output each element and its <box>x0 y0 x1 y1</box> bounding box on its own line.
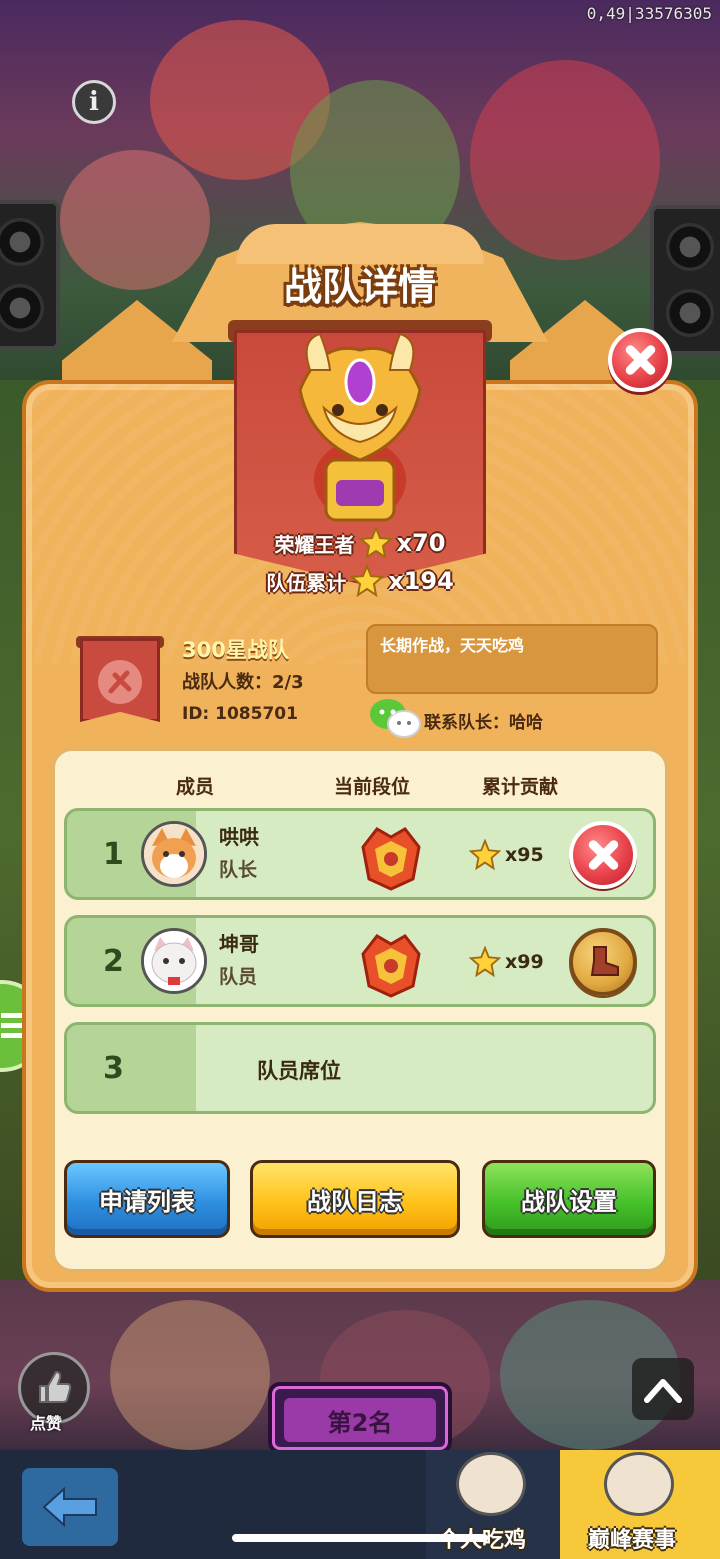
member-contribution: x95 <box>469 839 544 871</box>
like-label: 点赞 <box>30 1414 63 1433</box>
star-icon <box>358 526 393 560</box>
wechat-icon[interactable] <box>368 696 422 740</box>
team-settings-button[interactable]: 战队设置 <box>482 1160 656 1238</box>
tab-character-icon <box>456 1452 526 1516</box>
bg-character <box>470 60 660 260</box>
member-role: 队长 <box>219 859 258 881</box>
home-indicator[interactable] <box>232 1534 488 1542</box>
info-icon: i <box>89 87 99 117</box>
team-id: ID: 1085701 <box>182 704 298 724</box>
team-log-button[interactable]: 战队日志 <box>250 1160 460 1238</box>
back-button[interactable] <box>22 1468 118 1546</box>
tab-peak-label: 巅峰赛事 <box>588 1528 677 1553</box>
member-row: 2 坤哥 队员 x99 <box>64 915 656 1007</box>
member-role: 队员 <box>219 966 258 988</box>
member-name: 哄哄 <box>219 825 259 849</box>
remove-member-button[interactable] <box>569 821 637 889</box>
rank-stars: x70 <box>396 529 446 557</box>
kick-member-button[interactable] <box>569 928 637 996</box>
team-member-count: 战队人数：2/3 <box>182 672 304 693</box>
avatar[interactable] <box>141 821 207 887</box>
team-name: 300星战队 <box>182 638 289 662</box>
tab-character-icon <box>604 1452 674 1516</box>
tab-personal[interactable]: 个人吃鸡 <box>426 1450 560 1559</box>
thumbs-up-icon <box>39 1370 72 1403</box>
boot-icon <box>590 946 619 976</box>
column-header-rank: 当前段位 <box>334 776 411 798</box>
contribution-value: x95 <box>505 844 544 866</box>
member-index: 2 <box>103 944 124 979</box>
star-icon <box>350 564 385 598</box>
close-button[interactable] <box>608 328 672 392</box>
member-index: 3 <box>103 1051 124 1086</box>
rank-position: 第2名 <box>284 1398 436 1442</box>
close-icon <box>623 343 657 377</box>
member-contribution: x99 <box>469 946 544 978</box>
empty-seat-row[interactable]: 3 队员席位 <box>64 1022 656 1114</box>
team-total-stars: x194 <box>388 567 454 595</box>
rank-title: 荣耀王者 <box>274 532 355 557</box>
column-header-contribution: 累计贡献 <box>482 776 559 798</box>
member-row: 1 哄哄 队长 x95 <box>64 808 656 900</box>
chevron-up-icon <box>644 1379 682 1403</box>
rank-emblem-icon <box>298 332 422 522</box>
rank-badge-icon <box>361 934 421 998</box>
team-emblem-icon <box>98 660 142 704</box>
rank-badge-icon <box>361 827 421 891</box>
scroll-up-button[interactable] <box>632 1358 694 1420</box>
contact-captain[interactable]: 联系队长：哈哈 <box>424 708 543 733</box>
member-name: 坤哥 <box>219 932 259 956</box>
team-slogan: 长期作战，天天吃鸡 <box>366 624 658 694</box>
close-icon <box>586 838 620 872</box>
team-total-label: 队伍累计 <box>266 570 347 595</box>
empty-seat-label: 队员席位 <box>257 1059 341 1083</box>
dialog-title: 战队详情 <box>283 265 436 309</box>
info-button[interactable]: i <box>72 80 116 124</box>
star-icon <box>469 839 501 871</box>
avatar[interactable] <box>141 928 207 994</box>
column-header-member: 成员 <box>176 776 215 798</box>
apply-list-button[interactable]: 申请列表 <box>64 1160 230 1238</box>
tab-peak[interactable]: 巅峰赛事 <box>560 1450 720 1559</box>
member-index: 1 <box>103 837 124 872</box>
contribution-value: x99 <box>505 951 544 973</box>
debug-info-text: 0,49|33576305 <box>586 4 712 23</box>
bg-character <box>110 1300 270 1450</box>
rank-title-line: 荣耀王者 x70 <box>0 526 720 560</box>
arrow-left-icon <box>42 1486 97 1528</box>
star-icon <box>469 946 501 978</box>
team-total-line: 队伍累计 x194 <box>0 564 720 598</box>
